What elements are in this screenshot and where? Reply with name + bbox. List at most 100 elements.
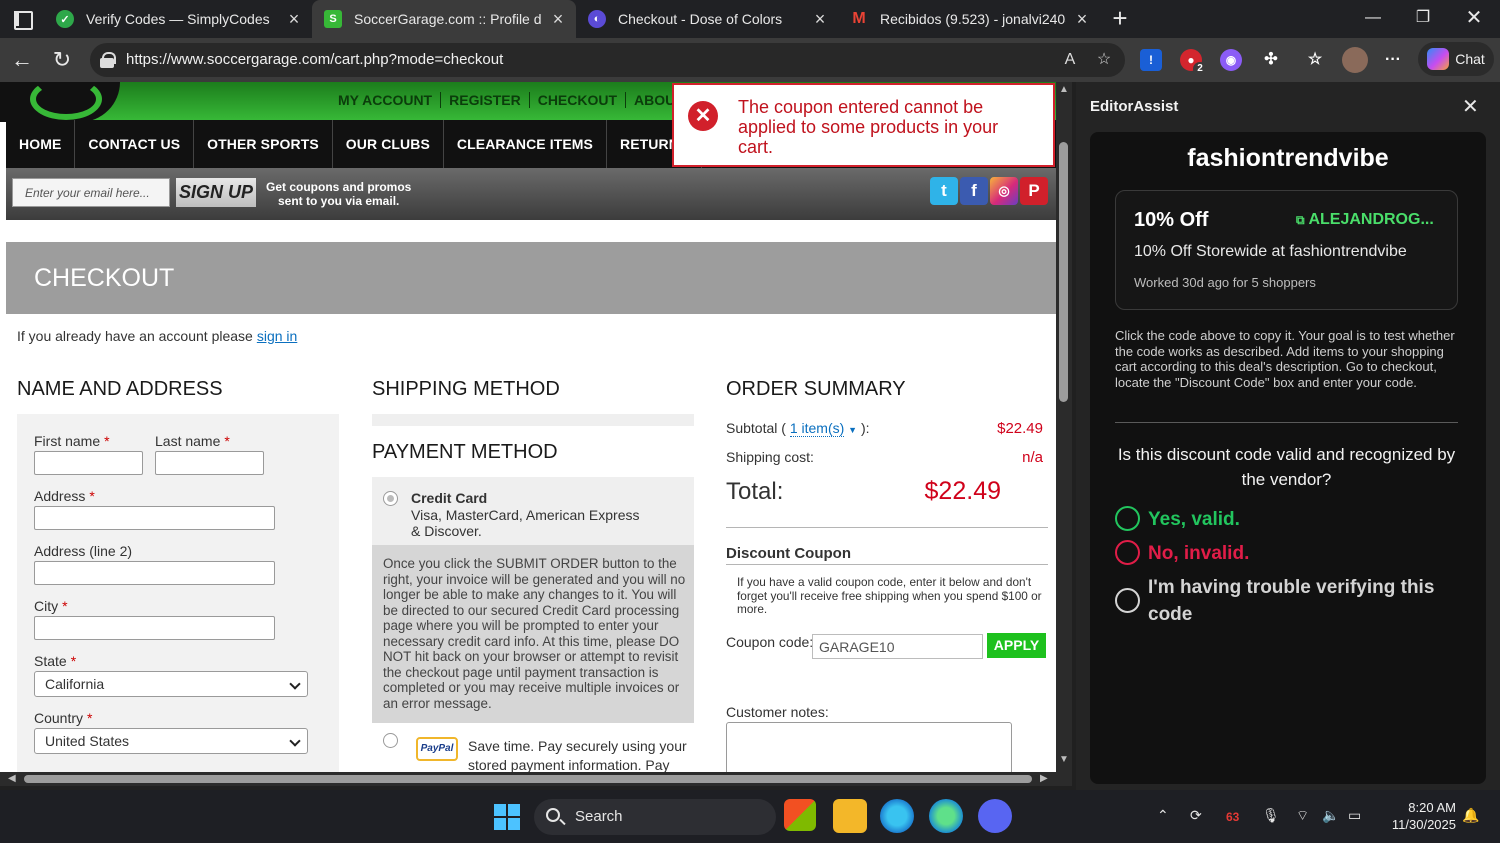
- instagram-icon[interactable]: ◎: [990, 177, 1018, 205]
- close-tab-icon[interactable]: ×: [286, 9, 302, 30]
- error-x-icon: ✕: [688, 101, 718, 131]
- taskbar-clock[interactable]: 8:20 AM 11/30/2025: [1380, 799, 1456, 833]
- shield-extension-icon[interactable]: !: [1140, 49, 1162, 71]
- sync-icon[interactable]: ⟳: [1190, 807, 1202, 824]
- radio-circle-icon[interactable]: [1115, 588, 1140, 613]
- option-yes-valid[interactable]: Yes, valid.: [1115, 506, 1460, 534]
- paypal-option[interactable]: PayPal Save time. Pay securely using you…: [372, 723, 694, 772]
- tray-badge[interactable]: 63: [1226, 810, 1239, 824]
- scroll-right-icon[interactable]: ▶: [1040, 773, 1048, 784]
- signin-link[interactable]: sign in: [257, 328, 297, 344]
- register-link[interactable]: REGISTER: [441, 92, 530, 108]
- twitter-icon[interactable]: t: [930, 177, 958, 205]
- deal-code[interactable]: ⧉ ALEJANDROG...: [1296, 211, 1434, 229]
- scroll-up-icon[interactable]: ▲: [1059, 84, 1069, 95]
- vertical-scrollbar[interactable]: ▲ ▼: [1056, 82, 1072, 772]
- nav-other-sports[interactable]: OTHER SPORTS: [194, 120, 333, 168]
- scroll-down-icon[interactable]: ▼: [1059, 754, 1069, 765]
- deal-card[interactable]: 10% Off ⧉ ALEJANDROG... 10% Off Storewid…: [1115, 190, 1458, 310]
- restore-button[interactable]: ❐: [1408, 6, 1438, 30]
- horizontal-scrollbar[interactable]: ◀ ▶: [0, 772, 1072, 786]
- vertical-scroll-thumb[interactable]: [1059, 142, 1068, 402]
- signup-button[interactable]: SIGN UP: [176, 178, 256, 207]
- minimize-button[interactable]: —: [1358, 6, 1388, 30]
- tab-gmail[interactable]: M Recibidos (9.523) - jonalvi2405@g ×: [838, 0, 1100, 38]
- scroll-left-icon[interactable]: ◀: [8, 773, 16, 784]
- edge-dev-app-icon[interactable]: [929, 799, 963, 833]
- my-account-link[interactable]: MY ACCOUNT: [330, 92, 442, 108]
- address-bar[interactable]: https://www.soccergarage.com/cart.php?mo…: [90, 43, 1125, 77]
- close-tab-icon[interactable]: ×: [550, 9, 566, 30]
- subtotal-value: $22.49: [997, 420, 1043, 437]
- store-app-icon[interactable]: [784, 799, 816, 831]
- extension-alert-icon[interactable]: ● 2: [1180, 49, 1207, 76]
- back-button[interactable]: ←: [10, 48, 34, 72]
- coupon-code-input[interactable]: GARAGE10: [812, 634, 983, 659]
- address2-input[interactable]: [34, 561, 275, 585]
- apply-coupon-button[interactable]: APPLY: [987, 633, 1046, 658]
- soccergarage-logo[interactable]: [0, 82, 120, 122]
- volume-icon[interactable]: 🔈: [1322, 807, 1339, 824]
- city-input[interactable]: [34, 616, 275, 640]
- state-select[interactable]: California: [34, 671, 308, 697]
- microphone-icon[interactable]: 🎙: [1262, 807, 1280, 824]
- favorite-star-icon[interactable]: ☆: [1094, 50, 1114, 70]
- option-trouble-verifying[interactable]: I'm having trouble verifying this code: [1115, 574, 1460, 630]
- refresh-button[interactable]: ↻: [50, 48, 74, 72]
- start-button[interactable]: [494, 804, 520, 830]
- last-name-input[interactable]: [155, 451, 264, 475]
- windows-taskbar: Search ⌃ ⟳ 63 🎙 ⌔ 🔈 ▭ 8:20 AM 11/30/2025…: [0, 790, 1500, 843]
- close-tab-icon[interactable]: ×: [1074, 9, 1090, 30]
- country-select[interactable]: United States: [34, 728, 308, 754]
- more-menu-icon[interactable]: ···: [1382, 49, 1404, 71]
- file-explorer-icon[interactable]: [833, 799, 867, 833]
- nav-contact-us[interactable]: CONTACT US: [75, 120, 195, 168]
- customer-notes-textarea[interactable]: [726, 722, 1012, 772]
- newsletter-email-input[interactable]: Enter your email here...: [12, 178, 170, 207]
- tab-simplycodes[interactable]: ✓ Verify Codes — SimplyCodes ×: [44, 0, 312, 38]
- radio-circle-icon[interactable]: [1115, 506, 1140, 531]
- pinterest-icon[interactable]: P: [1020, 177, 1048, 205]
- battery-icon[interactable]: ▭: [1348, 807, 1361, 824]
- wifi-icon[interactable]: ⌔: [1296, 807, 1309, 825]
- close-panel-icon[interactable]: ✕: [1462, 94, 1479, 119]
- tab-soccergarage[interactable]: S SoccerGarage.com :: Profile detail ×: [312, 0, 576, 38]
- nav-clearance-items[interactable]: CLEARANCE ITEMS: [444, 120, 607, 168]
- panel-body: fashiontrendvibe 10% Off ⧉ ALEJANDROG...…: [1090, 132, 1486, 784]
- first-name-input[interactable]: [34, 451, 143, 475]
- country-label: Country *: [34, 710, 93, 726]
- address-input[interactable]: [34, 506, 275, 530]
- close-tab-icon[interactable]: ×: [812, 9, 828, 30]
- paypal-radio[interactable]: [383, 733, 398, 748]
- copilot-icon: [1427, 48, 1450, 70]
- radio-circle-icon[interactable]: [1115, 540, 1140, 565]
- purple-extension-icon[interactable]: ◉: [1220, 49, 1242, 71]
- facebook-icon[interactable]: f: [960, 177, 988, 205]
- tab-actions-icon[interactable]: [8, 8, 36, 30]
- nav-our-clubs[interactable]: OUR CLUBS: [333, 120, 444, 168]
- new-tab-button[interactable]: +: [1108, 4, 1132, 32]
- editor-assist-panel: EditorAssist ✕ fashiontrendvibe 10% Off …: [1076, 82, 1500, 790]
- profile-avatar[interactable]: [1342, 47, 1368, 73]
- read-aloud-icon[interactable]: A: [1060, 50, 1080, 70]
- notification-bell-icon[interactable]: 🔔: [1462, 807, 1479, 824]
- favorites-icon[interactable]: ☆: [1304, 49, 1326, 71]
- horizontal-scroll-thumb[interactable]: [24, 775, 1032, 783]
- credit-card-option[interactable]: Credit Card Visa, MasterCard, American E…: [372, 477, 694, 545]
- copilot-chat-button[interactable]: Chat: [1418, 42, 1494, 76]
- extensions-puzzle-icon[interactable]: ✣: [1260, 49, 1282, 71]
- coupon-code-label: Coupon code:: [726, 634, 814, 650]
- close-window-button[interactable]: ✕: [1459, 6, 1489, 30]
- credit-card-radio[interactable]: [383, 491, 398, 506]
- option-no-invalid[interactable]: No, invalid.: [1115, 540, 1460, 568]
- discord-app-icon[interactable]: [978, 799, 1012, 833]
- taskbar-search[interactable]: Search: [534, 799, 776, 835]
- tray-overflow-icon[interactable]: ⌃: [1157, 807, 1169, 824]
- checkout-link[interactable]: CHECKOUT: [530, 92, 627, 108]
- panel-divider: [1115, 422, 1458, 423]
- nav-home[interactable]: HOME: [6, 120, 76, 168]
- items-dropdown-link[interactable]: 1 item(s): [789, 420, 845, 437]
- credit-card-label: Credit Card: [411, 490, 488, 506]
- tab-dose-of-colors[interactable]: ◐ Checkout - Dose of Colors ×: [576, 0, 838, 38]
- edge-app-icon[interactable]: [880, 799, 914, 833]
